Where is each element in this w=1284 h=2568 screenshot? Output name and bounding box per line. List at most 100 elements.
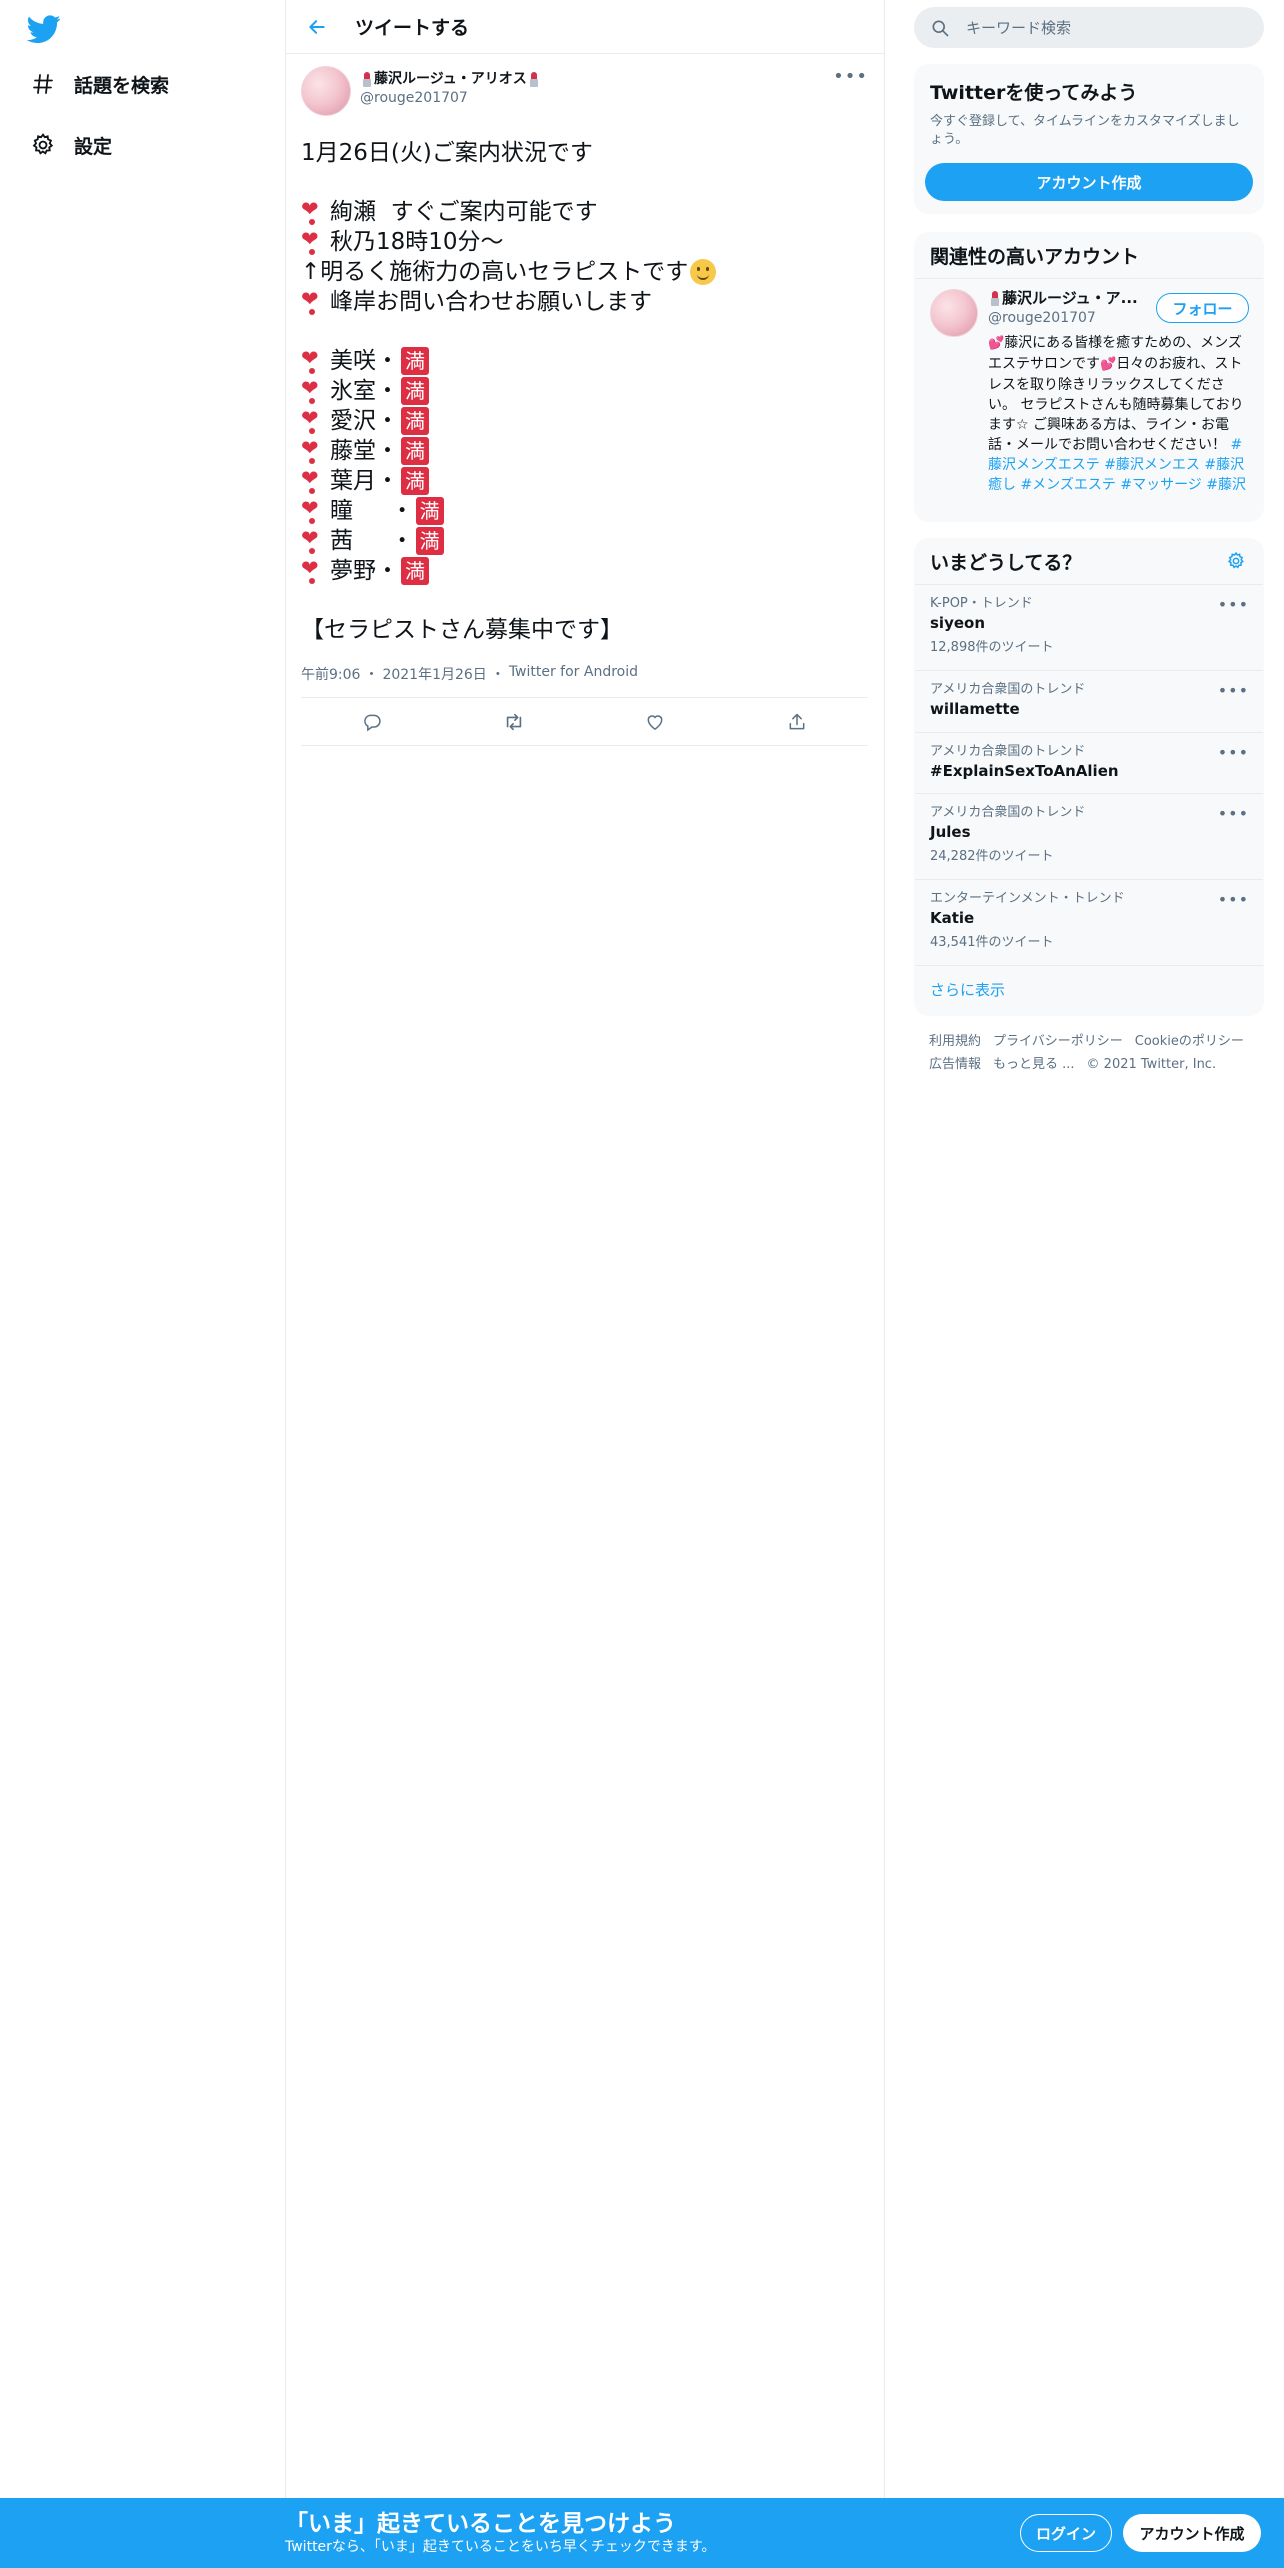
- footer-links: 利用規約 プライバシーポリシー Cookieのポリシー 広告情報 もっと見る ... ©…: [929, 1030, 1259, 1076]
- account-row[interactable]: 藤沢ルージュ・ア... @rouge201707 フォロー 💕藤沢にある皆様を癒…: [915, 279, 1263, 495]
- cookie-link[interactable]: Cookieのポリシー: [1135, 1034, 1244, 1049]
- full-badge: 満: [415, 497, 444, 525]
- like-icon: [647, 714, 663, 730]
- trend-count: 43,541件のツイート: [930, 935, 1054, 950]
- heart-exclamation-icon: [301, 523, 323, 556]
- nav-settings[interactable]: 設定: [28, 125, 112, 165]
- smiley-icon: [690, 259, 717, 285]
- tweet-line-text: 【セラピストさん募集中です】: [301, 617, 623, 643]
- relevant-accounts-card: 関連性の高いアカウント 藤沢ルージュ・ア... @rouge201707 フォロ…: [914, 232, 1264, 522]
- heart-exclamation-icon: [301, 284, 323, 317]
- privacy-link[interactable]: プライバシーポリシー: [993, 1034, 1123, 1049]
- tweet-line-text: 茜 ・: [330, 528, 414, 554]
- tweet-line: 秋乃18時10分～: [301, 224, 868, 257]
- full-badge: 満: [401, 557, 429, 585]
- trend-context: エンターテインメント・トレンド: [930, 891, 1125, 906]
- trends-title: いまどうしてる？: [930, 552, 1082, 574]
- tweet-line-text: 秋乃18時10分～: [330, 229, 504, 255]
- trend-item[interactable]: K-POP・トレンド siyeon 12,898件のツイート •••: [915, 585, 1263, 671]
- more-horizontal-icon[interactable]: •••: [1218, 743, 1249, 762]
- login-button[interactable]: ログイン: [1020, 2514, 1112, 2552]
- ads-info-link[interactable]: 広告情報: [929, 1057, 981, 1072]
- create-account-button[interactable]: アカウント作成: [925, 163, 1253, 201]
- more-horizontal-icon[interactable]: •••: [1218, 595, 1249, 614]
- terms-link[interactable]: 利用規約: [929, 1034, 981, 1049]
- author-handle[interactable]: @rouge201707: [360, 88, 541, 108]
- page-title: ツイートする: [355, 17, 470, 39]
- arrow-left-icon: [309, 19, 325, 34]
- hashtag-link[interactable]: #メンズエステ: [1020, 477, 1115, 493]
- heart-exclamation-icon: [301, 194, 323, 227]
- more-horizontal-icon[interactable]: •••: [1218, 804, 1249, 823]
- hashtag-link[interactable]: #藤沢: [1206, 477, 1246, 493]
- follow-button[interactable]: フォロー: [1156, 293, 1249, 323]
- lipstick-icon: [990, 291, 1000, 306]
- full-badge: 満: [401, 347, 429, 375]
- main-column: ツイートする 藤沢ルージュ・アリオス @rouge201707 ••• 1月26…: [285, 0, 885, 2498]
- lipstick-icon: [362, 71, 372, 87]
- trend-item[interactable]: アメリカ合衆国のトレンド willamette •••: [915, 671, 1263, 733]
- account-name-text: 藤沢ルージュ・ア...: [1002, 289, 1138, 307]
- share-button[interactable]: [777, 702, 817, 742]
- bottom-bar-headline: 「いま」起きていることを見つけよう: [285, 2511, 676, 2537]
- more-horizontal-icon[interactable]: •••: [833, 68, 868, 86]
- avatar[interactable]: [930, 289, 978, 337]
- trend-context: K-POP・トレンド: [930, 596, 1033, 611]
- two-hearts-icon: 💕: [1100, 357, 1117, 372]
- like-button[interactable]: [635, 702, 675, 742]
- author-name[interactable]: 藤沢ルージュ・アリオス: [360, 70, 541, 88]
- hashtag-link[interactable]: #マッサージ: [1120, 477, 1201, 493]
- trend-item[interactable]: エンターテインメント・トレンド Katie 43,541件のツイート •••: [915, 880, 1263, 966]
- more-horizontal-icon[interactable]: •••: [1218, 681, 1249, 700]
- meta-separator: ・: [364, 667, 379, 683]
- trends-card: いまどうしてる？ K-POP・トレンド siyeon 12,898件のツイート …: [914, 538, 1264, 1016]
- full-badge: 満: [401, 467, 429, 495]
- relevant-accounts-title: 関連性の高いアカウント: [930, 246, 1140, 268]
- avatar[interactable]: [301, 66, 351, 116]
- tweet-date[interactable]: 2021年1月26日: [382, 664, 486, 684]
- tweet-line: 葉月・満: [301, 463, 868, 496]
- tweet-line: 絢瀬 すぐご案内可能です: [301, 194, 868, 227]
- reply-icon: [364, 714, 381, 731]
- trend-item[interactable]: アメリカ合衆国のトレンド #ExplainSexToAnAlien •••: [915, 733, 1263, 794]
- trend-name: Katie: [930, 909, 975, 927]
- show-more-link[interactable]: さらに表示: [915, 966, 1263, 1013]
- lipstick-icon: [529, 71, 539, 87]
- tweet-line-text: 愛沢・: [330, 408, 399, 434]
- tweet: 藤沢ルージュ・アリオス @rouge201707 ••• 1月26日(火)ご案内…: [286, 54, 884, 746]
- trend-name: willamette: [930, 700, 1020, 718]
- account-bio: 💕藤沢にある皆様を癒すための、メンズエステサロンです💕日々のお疲れ、ストレスを取…: [988, 333, 1249, 495]
- more-horizontal-icon[interactable]: •••: [1218, 890, 1249, 909]
- account-handle[interactable]: @rouge201707: [988, 308, 1148, 328]
- tweet-line-text: 瞳 ・: [330, 498, 414, 524]
- signup-card-title: Twitterを使ってみよう: [930, 82, 1138, 104]
- tweet-line-text: ↑明るく施術力の高いセラピストです: [301, 259, 689, 285]
- tweet-line-text: 峰岸お問い合わせお願いします: [330, 289, 652, 315]
- bottom-signup-bar: 「いま」起きていることを見つけよう Twitterなら、「いま」起きていることを…: [0, 2498, 1284, 2568]
- twitter-bird-icon[interactable]: [26, 12, 61, 46]
- page-header: ツイートする: [286, 0, 884, 54]
- search-input[interactable]: [966, 18, 1226, 37]
- retweet-button[interactable]: [494, 702, 534, 742]
- gear-icon[interactable]: [1226, 551, 1248, 573]
- more-link[interactable]: もっと見る ...: [993, 1057, 1075, 1072]
- tweet-line: 夢野・満: [301, 553, 868, 586]
- nav-explore[interactable]: 話題を検索: [28, 64, 169, 104]
- back-button[interactable]: [300, 10, 334, 44]
- trend-name: siyeon: [930, 614, 986, 632]
- signup-button[interactable]: アカウント作成: [1123, 2514, 1261, 2552]
- tweet-line-text: 1月26日(火)ご案内状況です: [301, 140, 593, 166]
- account-name[interactable]: 藤沢ルージュ・ア...: [988, 289, 1148, 308]
- search-icon: [930, 18, 950, 38]
- search-bar[interactable]: [914, 7, 1264, 48]
- reply-button[interactable]: [352, 702, 392, 742]
- hashtag-link[interactable]: #藤沢メンエス: [1104, 457, 1200, 473]
- retweet-icon: [506, 713, 521, 730]
- tweet-source[interactable]: Twitter for Android: [509, 664, 638, 684]
- tweet-author: 藤沢ルージュ・アリオス @rouge201707 •••: [301, 66, 868, 122]
- heart-exclamation-icon: [301, 403, 323, 436]
- trend-item[interactable]: アメリカ合衆国のトレンド Jules 24,282件のツイート •••: [915, 794, 1263, 880]
- left-navigation: 話題を検索 設定: [0, 0, 285, 2568]
- trend-context: アメリカ合衆国のトレンド: [930, 744, 1086, 759]
- tweet-time[interactable]: 午前9:06: [301, 664, 360, 684]
